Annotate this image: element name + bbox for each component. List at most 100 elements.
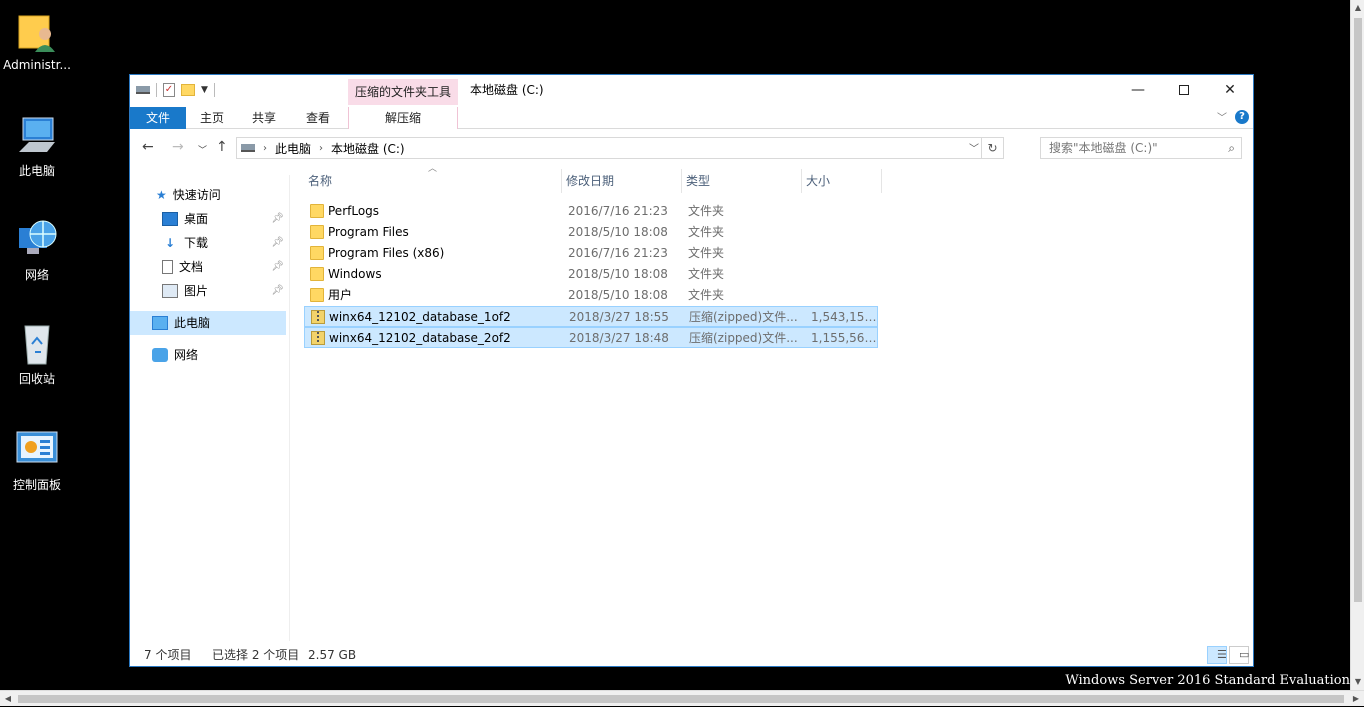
file-row[interactable]: Program Files 2018/5/10 18:08 文件夹 — [304, 222, 878, 243]
file-name: Program Files (x86) — [328, 246, 445, 260]
scroll-left-icon[interactable]: ◀ — [0, 691, 16, 707]
file-type: 文件夹 — [688, 204, 725, 218]
file-name: PerfLogs — [328, 204, 380, 218]
nav-label: 文档 — [179, 260, 204, 274]
file-date: 2018/3/27 18:55 — [569, 310, 669, 324]
ribbon-tabs: 文件 主页 共享 查看 解压缩 ﹀ ? — [130, 105, 1253, 129]
expand-ribbon-icon[interactable]: ﹀ — [1217, 109, 1227, 124]
search-icon: ⌕ — [1228, 141, 1235, 155]
column-header-name[interactable]: 名称 — [304, 169, 562, 193]
chevron-right-icon[interactable]: › — [319, 143, 323, 154]
properties-icon[interactable]: ✓ — [163, 83, 175, 97]
horizontal-scrollbar[interactable]: ◀ ▶ — [0, 690, 1364, 706]
tab-file[interactable]: 文件 — [130, 107, 186, 129]
desktop-icon-control-panel[interactable]: 控制面板 — [0, 428, 74, 493]
file-type: 文件夹 — [688, 246, 725, 260]
help-icon[interactable]: ? — [1235, 110, 1249, 124]
file-date: 2016/7/16 21:23 — [568, 204, 668, 218]
desktop-icon — [162, 212, 178, 226]
star-icon: ★ — [156, 188, 167, 202]
search-input[interactable]: 搜索"本地磁盘 (C:)" ⌕ — [1040, 137, 1242, 159]
desktop: Administr... 此电脑 网络 回收站 控制面板 ✓ ▼ 压缩的文件夹工… — [0, 0, 1364, 706]
file-row-selected[interactable]: winx64_12102_database_1of2 2018/3/27 18:… — [304, 306, 879, 327]
scroll-thumb[interactable] — [18, 695, 1344, 703]
tab-home[interactable]: 主页 — [192, 107, 232, 129]
minimize-button[interactable]: — — [1115, 75, 1161, 105]
scroll-up-icon[interactable]: ▲ — [1351, 0, 1364, 16]
maximize-button[interactable] — [1161, 75, 1207, 105]
desktop-icon-label: 网络 — [24, 268, 49, 282]
computer-icon — [15, 114, 59, 158]
file-date: 2018/5/10 18:08 — [568, 267, 668, 281]
nav-item-downloads[interactable]: ↓ 下载 📌︎ — [162, 231, 286, 255]
desktop-icon-this-pc[interactable]: 此电脑 — [0, 114, 74, 179]
scroll-thumb[interactable] — [1354, 18, 1362, 602]
column-header-date[interactable]: 修改日期 — [562, 169, 682, 193]
details-view-icon: ☰ — [1217, 648, 1227, 661]
desktop-icon-network[interactable]: 网络 — [0, 218, 74, 283]
pin-icon[interactable]: 📌︎ — [271, 279, 284, 303]
folder-icon — [310, 267, 324, 281]
file-row[interactable]: 用户 2018/5/10 18:08 文件夹 — [304, 285, 878, 306]
file-row-selected[interactable]: winx64_12102_database_2of2 2018/3/27 18:… — [304, 327, 879, 348]
back-button[interactable]: ← — [142, 139, 154, 155]
file-row[interactable]: Program Files (x86) 2016/7/16 21:23 文件夹 — [304, 243, 878, 264]
desktop-icon-administrator[interactable]: Administr... — [0, 10, 74, 72]
navigation-pane: ★ 快速访问 桌面 📌︎ ↓ 下载 📌︎ 文档 📌︎ 图片 📌︎ 此电脑 网络 — [130, 175, 290, 641]
folder-icon — [310, 204, 324, 218]
nav-item-documents[interactable]: 文档 📌︎ — [162, 255, 286, 279]
scroll-right-icon[interactable]: ▶ — [1348, 691, 1364, 707]
pin-icon[interactable]: 📌︎ — [271, 231, 284, 255]
context-tab-group: 压缩的文件夹工具 — [348, 79, 458, 105]
pin-icon[interactable]: 📌︎ — [271, 255, 284, 279]
window-title: 本地磁盘 (C:) — [470, 83, 544, 97]
toolbar-divider — [156, 83, 157, 97]
up-button[interactable]: ↑ — [216, 139, 228, 155]
recent-locations-icon[interactable]: ﹀ — [198, 143, 207, 156]
toolbar-divider — [213, 83, 215, 97]
breadcrumb-local-disk[interactable]: 本地磁盘 (C:) — [331, 140, 405, 157]
address-bar[interactable]: › 此电脑 › 本地磁盘 (C:) ﹀ ↻ — [236, 137, 1004, 159]
file-date: 2016/7/16 21:23 — [568, 246, 668, 260]
file-list: ︿ 名称 修改日期 类型 大小 PerfLogs 2016/7/16 21:23… — [304, 164, 1244, 641]
new-folder-icon[interactable] — [181, 84, 195, 96]
pin-icon[interactable]: 📌︎ — [271, 207, 284, 231]
control-panel-icon — [15, 428, 59, 472]
vertical-scrollbar[interactable]: ▲ ▼ — [1350, 0, 1364, 690]
nav-label: 此电脑 — [174, 316, 211, 330]
tab-share[interactable]: 共享 — [244, 107, 284, 129]
close-button[interactable]: ✕ — [1207, 75, 1253, 105]
nav-label: 下载 — [184, 236, 209, 250]
file-name: winx64_12102_database_2of2 — [329, 331, 511, 345]
chevron-right-icon[interactable]: › — [263, 143, 267, 154]
chevron-down-icon[interactable]: ﹀ — [969, 140, 979, 155]
item-count: 7 个项目 — [144, 648, 192, 662]
user-folder-icon — [15, 10, 59, 54]
os-watermark: Windows Server 2016 Standard Evaluation — [1065, 673, 1350, 688]
file-row[interactable]: PerfLogs 2016/7/16 21:23 文件夹 — [304, 201, 878, 222]
scroll-down-icon[interactable]: ▼ — [1351, 674, 1364, 690]
nav-quick-access[interactable]: ★ 快速访问 — [156, 183, 286, 207]
address-row: ← → ﹀ ↑ › 此电脑 › 本地磁盘 (C:) ﹀ ↻ 搜索"本地磁盘 (C… — [130, 135, 1253, 161]
file-name: winx64_12102_database_1of2 — [329, 310, 511, 324]
tab-extract[interactable]: 解压缩 — [348, 107, 458, 129]
nav-item-network[interactable]: 网络 — [152, 343, 286, 367]
refresh-button[interactable]: ↻ — [981, 138, 1003, 158]
computer-icon — [152, 316, 168, 330]
customize-toolbar-icon[interactable]: ▼ — [201, 85, 208, 95]
file-row[interactable]: Windows 2018/5/10 18:08 文件夹 — [304, 264, 878, 285]
breadcrumb-this-pc[interactable]: 此电脑 — [275, 140, 311, 157]
column-header-type[interactable]: 类型 — [682, 169, 802, 193]
file-size: 1,543,159... — [811, 310, 879, 324]
desktop-icon-label: 此电脑 — [18, 164, 55, 178]
nav-item-pictures[interactable]: 图片 📌︎ — [162, 279, 286, 303]
column-header-size[interactable]: 大小 — [802, 169, 882, 193]
folder-icon — [310, 246, 324, 260]
tab-view[interactable]: 查看 — [298, 107, 338, 129]
large-icons-view-button[interactable]: ▭ — [1229, 646, 1249, 664]
nav-item-desktop[interactable]: 桌面 📌︎ — [162, 207, 286, 231]
nav-item-this-pc[interactable]: 此电脑 — [130, 311, 286, 335]
details-view-button[interactable]: ☰ — [1207, 646, 1227, 664]
desktop-icon-recycle-bin[interactable]: 回收站 — [0, 322, 74, 387]
forward-button[interactable]: → — [172, 139, 184, 155]
